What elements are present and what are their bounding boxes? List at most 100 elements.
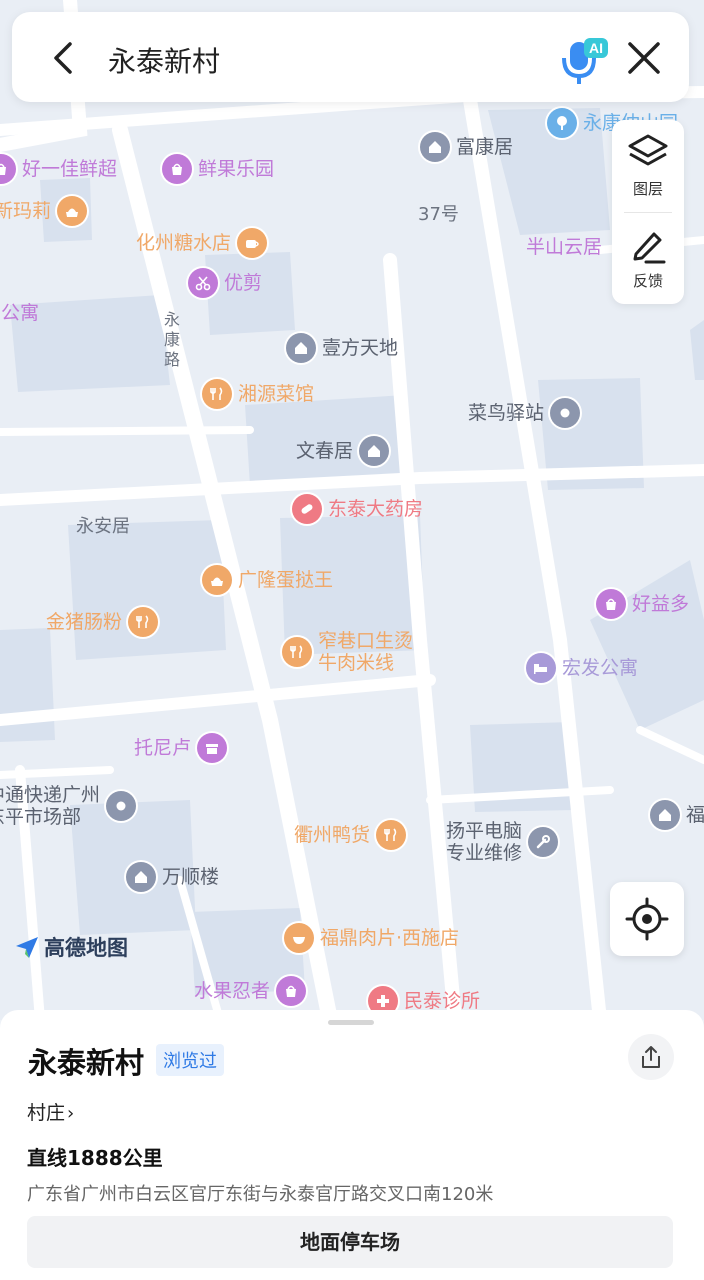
residence-icon [135,871,147,883]
place-detail-sheet: 永泰新村 浏览过 村庄 › 直线1888公里 广东省广州市白云区官厅东街与永泰官厅… [0,1010,704,1280]
ai-voice-button[interactable]: AI [558,32,608,86]
shopping-icon [596,589,626,619]
shopping-icon [0,154,16,184]
poi-xinmali[interactable]: 新玛莉 [0,196,88,226]
coffee-icon [246,240,259,248]
close-button[interactable] [624,38,664,78]
residence-icon [368,445,381,457]
poi-banshan[interactable]: 半山云居 [526,236,602,258]
poi-gongyu-left[interactable]: 馆公寓 [0,302,39,324]
restaurant-icon [290,645,303,658]
layers-button[interactable]: 图层 [612,120,684,212]
poi-fukangju[interactable]: 富康居 [420,132,513,162]
restaurant-icon [136,615,149,628]
shopping-icon [606,598,616,610]
residence-icon [650,800,680,830]
restaurant-icon [202,379,232,409]
clinic-icon [377,995,389,1007]
shopping-icon [162,154,192,184]
poi-yifang[interactable]: 壹方天地 [286,333,398,363]
dot-icon [560,408,570,418]
edit-feedback-icon [633,232,666,264]
residence-icon [126,862,156,892]
share-button[interactable] [628,1034,674,1080]
shopping-icon [276,976,307,1006]
label-yongan-ju: 永安居 [76,516,130,537]
shopping-icon [286,985,297,997]
poi-hongfa[interactable]: 宏发公寓 [526,653,638,683]
cake-icon [211,577,223,586]
poi-yangping[interactable]: 扬平电脑 专业维修 [446,820,559,864]
poi-fuding[interactable]: 福鼎肉片·西施店 [284,923,459,953]
chevron-right-icon: › [67,1103,75,1124]
poi-zhongtong[interactable]: 中通快递广州 东平市场部 [0,784,137,828]
poi-jinzhu[interactable]: 金猪肠粉 [46,607,159,637]
bed-icon [534,664,547,674]
restaurant-icon [210,387,223,400]
poi-cainiao[interactable]: 菜鸟驿站 [468,398,581,428]
locate-button[interactable] [610,882,684,956]
cake-icon [57,196,88,226]
cake-icon [202,565,232,595]
bowl-icon [284,923,314,953]
poi-guanglong[interactable]: 广隆蛋挞王 [202,565,333,595]
cake-icon [66,208,79,217]
crosshair-icon [625,897,669,941]
back-button[interactable] [44,38,84,78]
place-distance: 直线1888公里 [27,1146,163,1170]
layers-icon [628,134,668,166]
poi-xianguo[interactable]: 鲜果乐园 [162,154,274,184]
park-icon [557,116,567,130]
poi-quzhou[interactable]: 衢州鸭货 [294,820,407,850]
parking-button[interactable]: 地面停车场 [27,1216,673,1268]
poi-youjian[interactable]: 优剪 [188,268,262,298]
search-query[interactable]: 永泰新村 [108,40,220,80]
residence-icon [659,809,671,821]
pill-icon [292,494,322,524]
restaurant-icon [128,607,159,637]
place-name: 永泰新村 [28,1046,145,1080]
poi-tuonilu[interactable]: 托尼卢 [134,733,228,763]
amap-logo: 高德地图 [14,932,128,962]
feedback-button[interactable]: 反馈 [612,212,684,304]
residence-icon [295,342,307,354]
residence-icon [359,436,390,466]
poi-haoyijia[interactable]: 好一佳鲜超 [0,154,117,184]
pill-icon [301,504,313,514]
poi-haoyiduo[interactable]: 好益多 [596,589,689,619]
wrench-icon [536,835,551,849]
bed-icon [526,653,556,683]
label-37: 37号 [418,204,459,225]
place-category[interactable]: 村庄 › [27,1098,74,1125]
restaurant-icon [282,637,312,667]
svg-text:AI: AI [589,40,603,56]
poi-dongtai[interactable]: 东泰大药房 [292,494,423,524]
poi-xiangyuan[interactable]: 湘源菜馆 [202,379,314,409]
restaurant-icon [384,828,397,841]
shop-icon [206,744,219,754]
place-address: 广东省广州市白云区官厅东街与永泰官厅路交叉口南120米 [27,1184,494,1205]
map-side-controls: 图层 反馈 [612,120,684,304]
amap-logo-icon [16,937,38,958]
poi-shuiguo[interactable]: 水果忍者 [194,976,307,1006]
residence-icon [286,333,316,363]
residence-icon [420,132,450,162]
park-icon [547,108,577,138]
poi-wenchun[interactable]: 文春居 [296,436,390,466]
shop-icon [197,733,228,763]
poi-zhaixiang[interactable]: 窄巷口生烫 牛肉米线 [282,630,413,674]
poi-wanshun[interactable]: 万顺楼 [126,862,219,892]
map-canvas[interactable]: 好一佳鲜超 鲜果乐园 富康居 永康仲山园 新玛莉 化州糖水店 半山云居 优剪 馆… [0,0,704,1020]
poi-fu-right[interactable]: 福 [650,800,704,830]
scissors-icon [195,276,211,291]
share-icon [642,1046,660,1068]
poi-huazhou[interactable]: 化州糖水店 [136,228,268,258]
dot-icon [116,801,126,811]
coffee-icon [237,228,268,258]
dot-icon [106,791,137,821]
drag-handle[interactable] [328,1020,374,1025]
scissors-icon [188,268,218,298]
wrench-icon [528,827,559,857]
shopping-icon [0,163,6,175]
bowl-icon [293,937,305,944]
